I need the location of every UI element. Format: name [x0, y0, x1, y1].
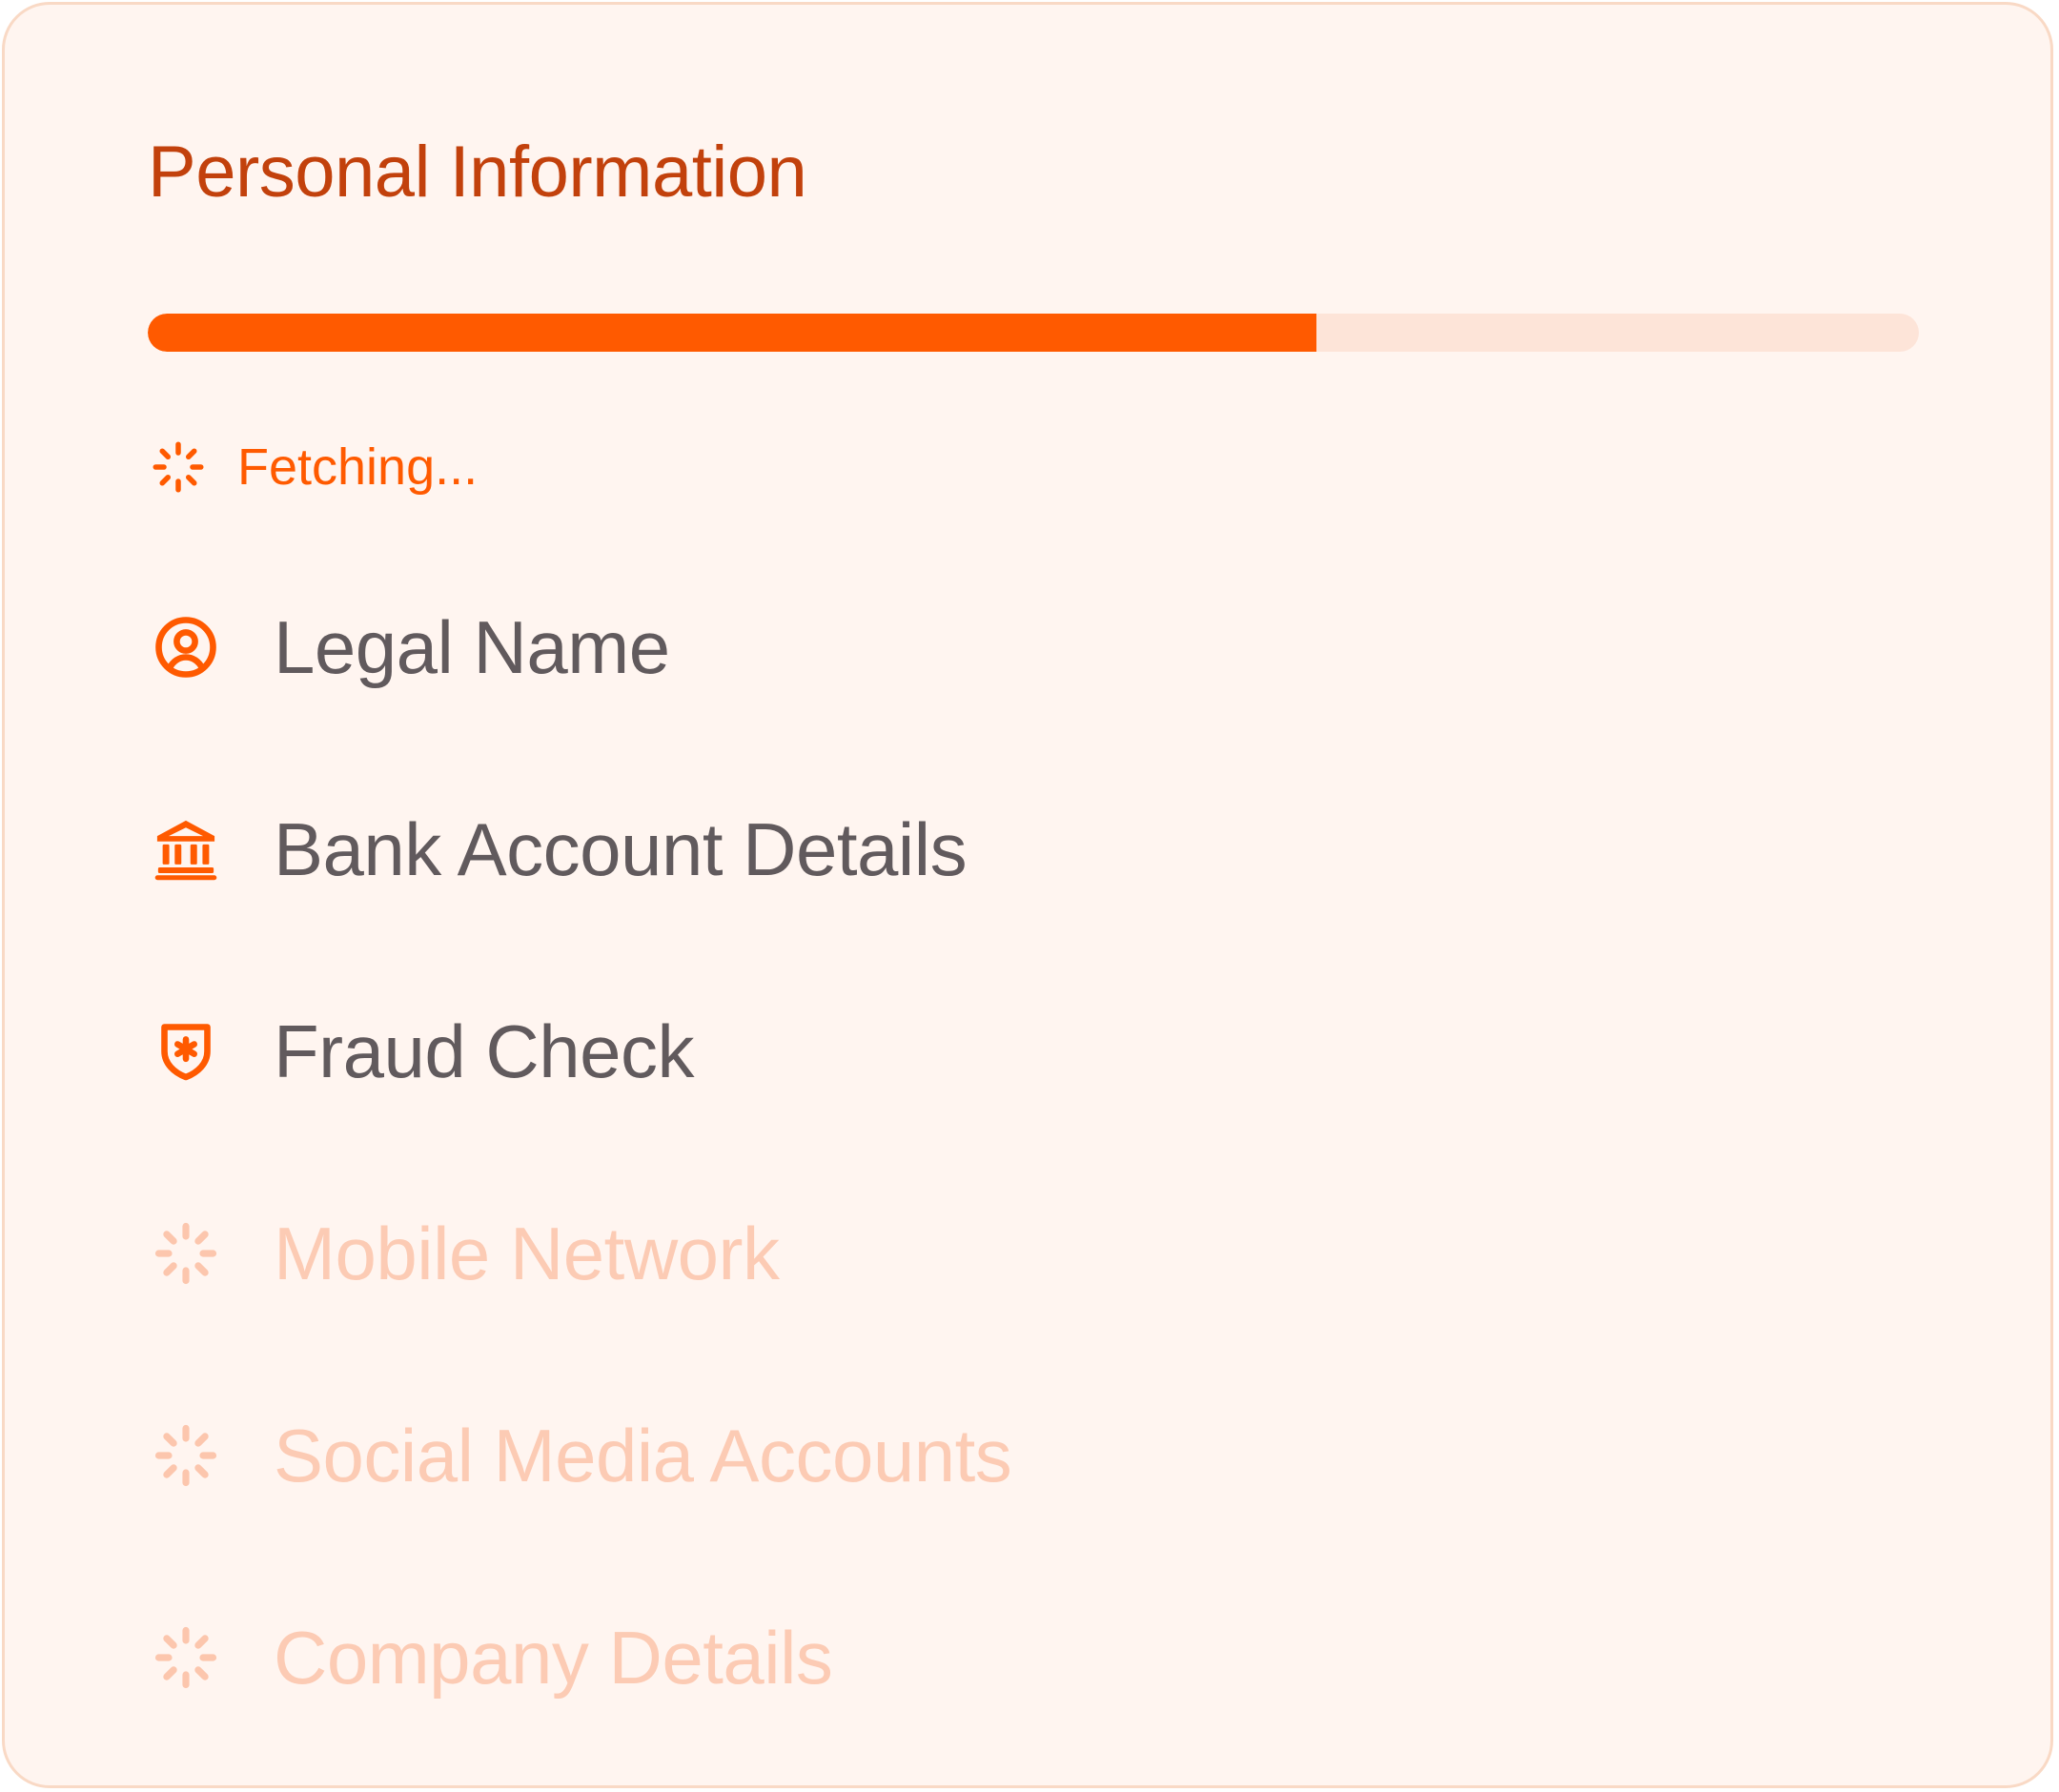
check-item-label: Mobile Network [274, 1212, 780, 1295]
check-item-label: Bank Account Details [274, 807, 968, 891]
shield-asterisk-icon [148, 1013, 224, 1089]
loader-icon [148, 437, 209, 498]
loader-icon [148, 1619, 224, 1696]
check-item-company-details: Company Details [148, 1610, 833, 1705]
check-item-mobile-network: Mobile Network [148, 1206, 780, 1301]
card-title: Personal Information [148, 132, 807, 213]
check-item-label: Social Media Accounts [274, 1414, 1012, 1497]
status-text: Fetching... [237, 438, 479, 496]
loader-icon [148, 1215, 224, 1292]
loader-icon [148, 1417, 224, 1494]
check-item-fraud-check: Fraud Check [148, 1004, 695, 1099]
status-indicator: Fetching... [148, 436, 478, 499]
check-item-legal-name: Legal Name [148, 600, 670, 695]
check-item-bank-account: Bank Account Details [148, 802, 968, 897]
check-item-social-media: Social Media Accounts [148, 1408, 1012, 1503]
progress-bar [148, 314, 1919, 352]
check-item-label: Fraud Check [274, 1009, 695, 1093]
progress-bar-fill [148, 314, 1317, 352]
check-item-label: Legal Name [274, 605, 670, 689]
verification-card: Personal Information Fetching... Legal N… [2, 2, 2053, 1788]
bank-icon [148, 811, 224, 887]
user-circle-icon [148, 609, 224, 685]
check-item-label: Company Details [274, 1616, 833, 1700]
